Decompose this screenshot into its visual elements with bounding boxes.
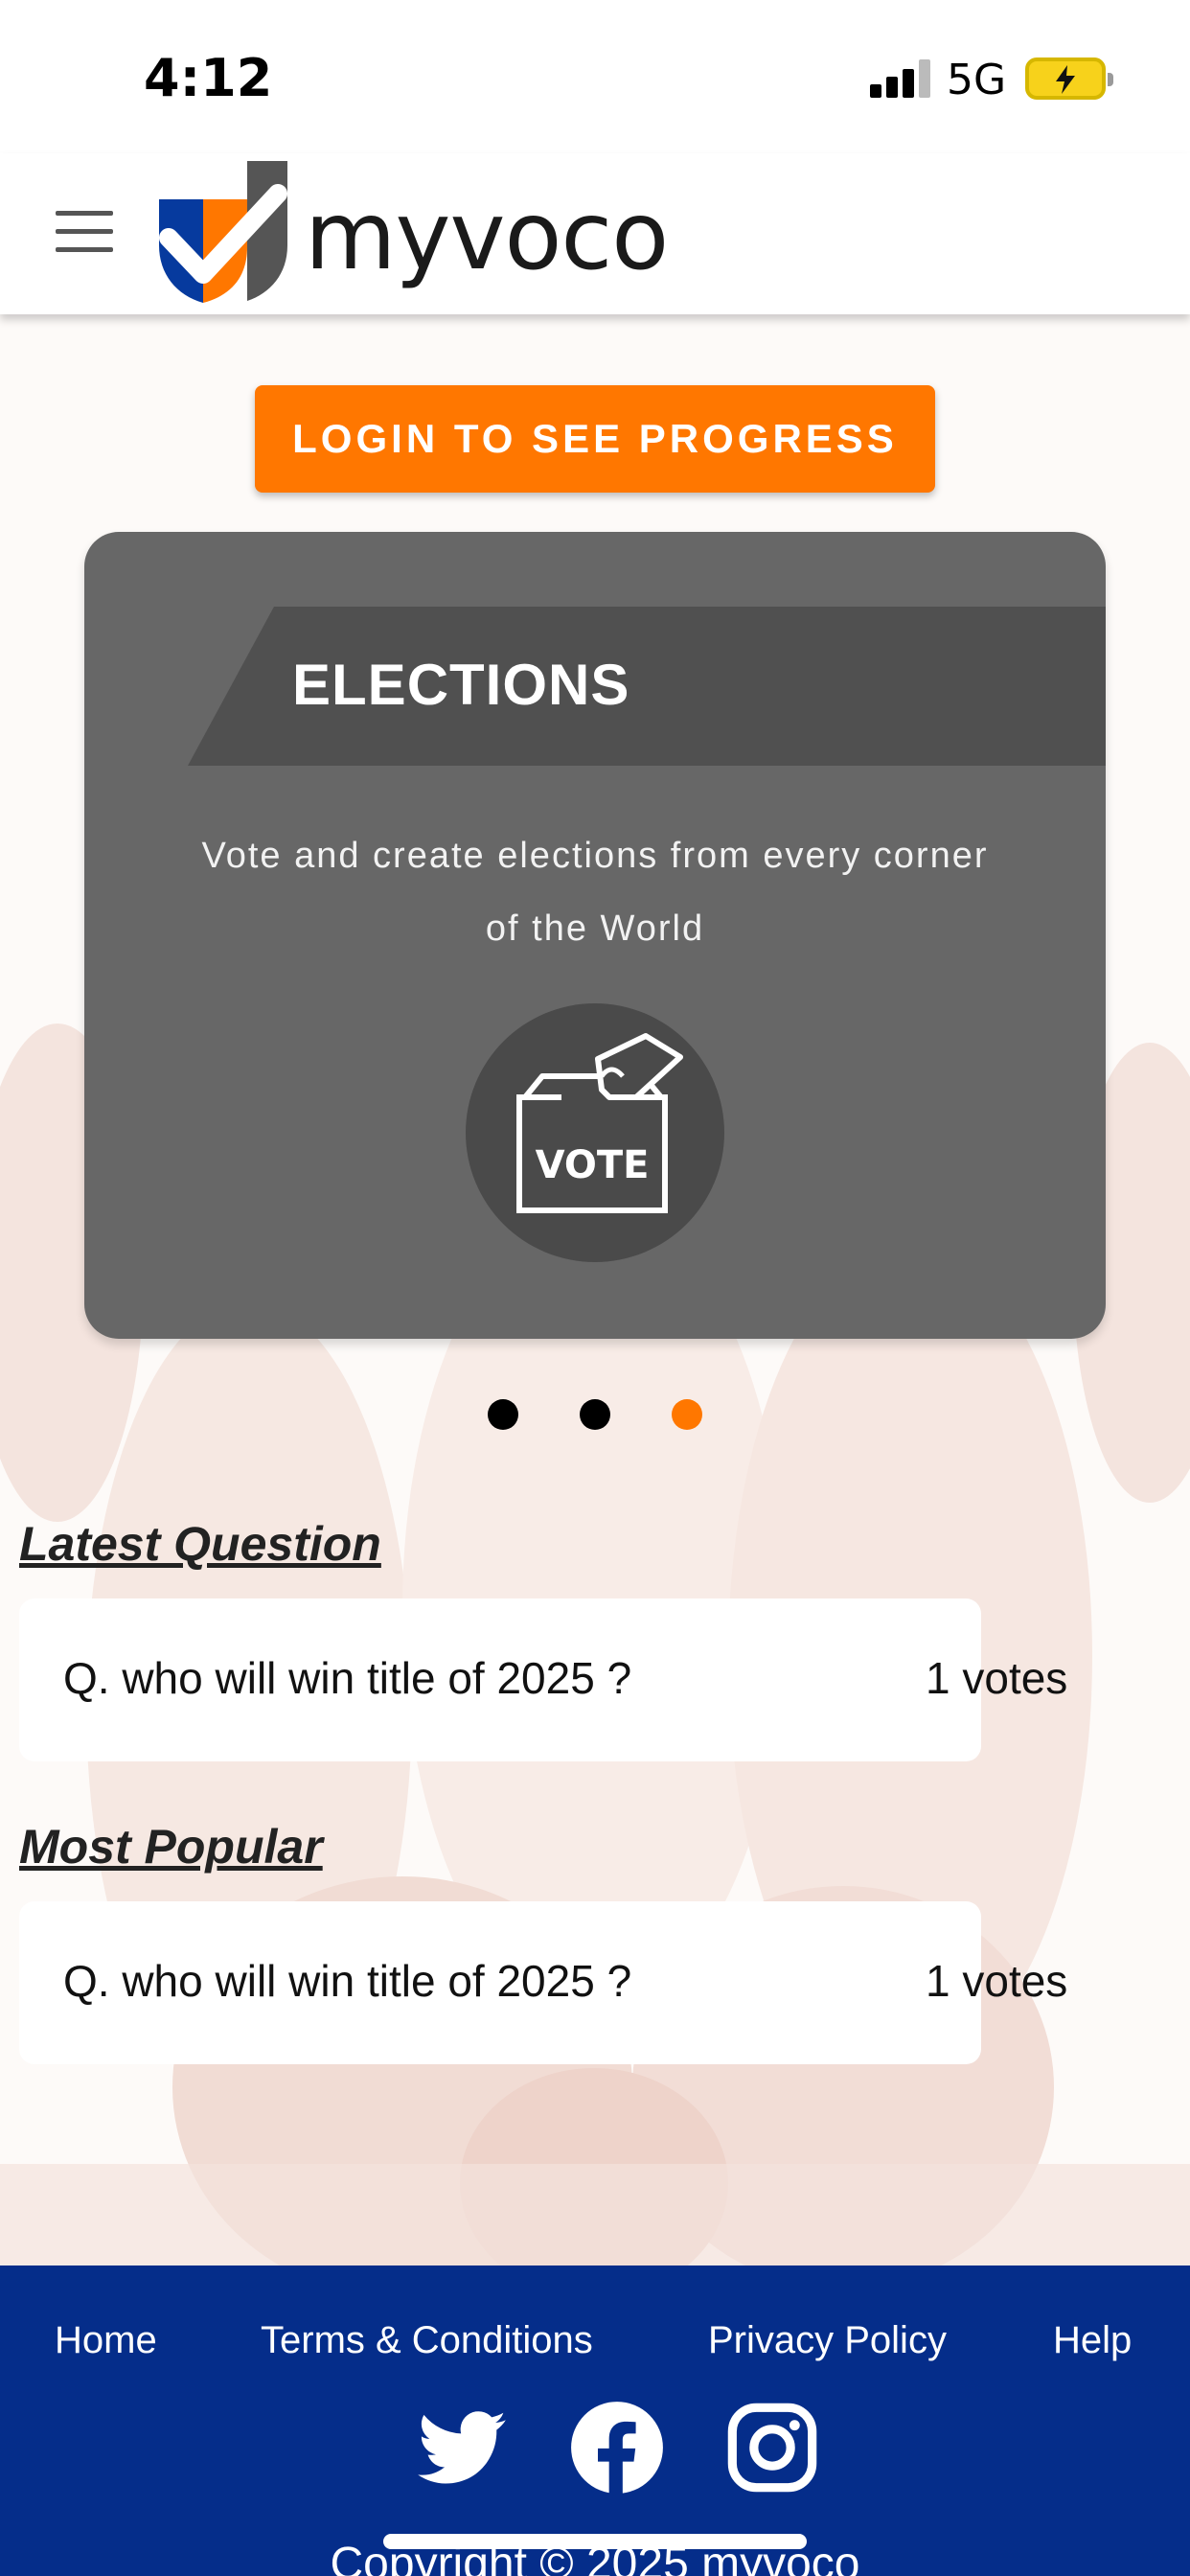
status-bar: 4:12 5G bbox=[0, 0, 1190, 153]
carousel-dot-active[interactable] bbox=[672, 1399, 702, 1430]
status-time: 4:12 bbox=[144, 48, 273, 108]
hamburger-menu-icon[interactable] bbox=[56, 211, 115, 253]
vote-box-icon: VOTE bbox=[466, 1003, 724, 1262]
brand-name: myvoco bbox=[305, 182, 669, 291]
latest-question-heading: Latest Question bbox=[19, 1517, 381, 1571]
footer-link-help[interactable]: Help bbox=[1053, 2319, 1132, 2362]
question-text: Q. who will win title of 2025 ? bbox=[63, 1653, 632, 1703]
card-description: Vote and create elections from every cor… bbox=[201, 836, 989, 949]
twitter-icon[interactable] bbox=[414, 2400, 510, 2496]
most-popular-heading: Most Popular bbox=[19, 1820, 323, 1874]
network-type: 5G bbox=[947, 56, 1007, 104]
card-title: ELECTIONS bbox=[292, 653, 630, 717]
footer: Home Terms & Conditions Privacy Policy H… bbox=[0, 2266, 1190, 2576]
vote-count: 1 votes bbox=[926, 1653, 1068, 1703]
elections-card[interactable]: ELECTIONS Vote and create elections from… bbox=[84, 532, 1106, 1339]
footer-link-privacy[interactable]: Privacy Policy bbox=[708, 2319, 947, 2362]
footer-link-home[interactable]: Home bbox=[55, 2319, 157, 2362]
facebook-icon[interactable] bbox=[569, 2400, 665, 2496]
login-to-see-progress-button[interactable]: LOGIN TO SEE PROGRESS bbox=[255, 385, 935, 493]
carousel-dot[interactable] bbox=[580, 1399, 610, 1430]
signal-icon bbox=[870, 59, 930, 98]
footer-link-terms[interactable]: Terms & Conditions bbox=[261, 2319, 593, 2362]
app-header: myvoco bbox=[0, 153, 1190, 314]
svg-text:VOTE: VOTE bbox=[536, 1143, 650, 1187]
myvoco-logo-icon[interactable] bbox=[155, 161, 291, 303]
question-text: Q. who will win title of 2025 ? bbox=[63, 1956, 632, 2006]
home-indicator bbox=[383, 2534, 807, 2549]
instagram-icon[interactable] bbox=[724, 2400, 820, 2496]
popular-question-card[interactable]: Q. who will win title of 2025 ? bbox=[19, 1901, 981, 2064]
battery-charging-icon bbox=[1025, 58, 1113, 100]
latest-question-card[interactable]: Q. who will win title of 2025 ? bbox=[19, 1598, 981, 1761]
vote-count: 1 votes bbox=[926, 1956, 1068, 2006]
carousel-pagination bbox=[0, 1399, 1190, 1430]
carousel-dot[interactable] bbox=[488, 1399, 518, 1430]
